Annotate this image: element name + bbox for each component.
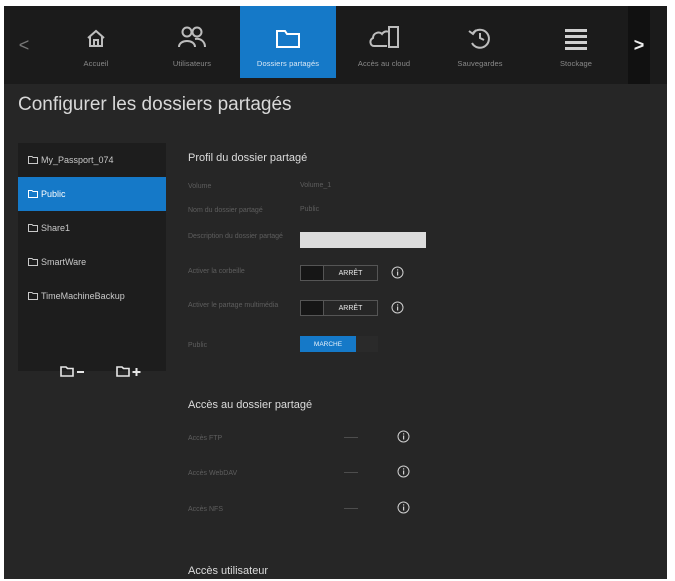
info-icon[interactable]	[397, 430, 410, 443]
volume-value: Volume_1	[300, 182, 332, 189]
toggle-knob	[301, 266, 323, 280]
nav-label-shares: Dossiers partagés	[256, 59, 320, 68]
info-icon[interactable]	[397, 501, 410, 514]
description-label: Description du dossier partagé	[188, 233, 283, 240]
folder-remove-icon	[60, 366, 84, 377]
toggle-knob	[301, 301, 323, 315]
nav-item-home[interactable]: Accueil	[48, 6, 144, 78]
webdav-access-label: Accès WebDAV	[188, 470, 238, 477]
share-item-share1[interactable]: Share1	[18, 211, 166, 245]
toggle-state: ARRÊT	[323, 266, 377, 280]
nav-label-cloud: Accès au cloud	[357, 59, 411, 68]
nfs-access-value	[344, 508, 358, 509]
nav-prev-arrow[interactable]: <	[14, 6, 34, 84]
info-icon[interactable]	[391, 266, 404, 279]
media-sharing-toggle[interactable]: ARRÊT	[300, 300, 378, 316]
folder-icon	[28, 292, 38, 300]
recycle-bin-toggle[interactable]: ARRÊT	[300, 265, 378, 281]
app-window: < Accueil Utilisateurs Dossiers partagés	[4, 6, 667, 579]
cloud-device-icon	[369, 26, 399, 48]
nav-item-users[interactable]: Utilisateurs	[144, 6, 240, 78]
ftp-access-label: Accès FTP	[188, 435, 223, 442]
ftp-access-value	[344, 437, 358, 438]
share-list: My_Passport_074 Public Share1 SmartWare …	[18, 143, 166, 371]
share-item-label: SmartWare	[41, 257, 87, 267]
nav-item-backups[interactable]: Sauvegardes	[432, 6, 528, 78]
remove-share-button[interactable]	[56, 360, 94, 382]
users-icon	[178, 26, 206, 48]
media-sharing-label: Activer le partage multimédia	[188, 302, 279, 309]
share-item-label: Public	[41, 189, 66, 199]
access-section-title: Accès au dossier partagé	[188, 399, 313, 411]
share-item-timemachine[interactable]: TimeMachineBackup	[18, 279, 166, 313]
nav-label-backups: Sauvegardes	[457, 59, 503, 68]
share-item-my-passport[interactable]: My_Passport_074	[18, 143, 166, 177]
toggle-knob	[356, 336, 378, 352]
nav-next-arrow[interactable]: >	[628, 6, 650, 84]
folder-icon	[28, 224, 38, 232]
webdav-access-value	[344, 472, 358, 473]
storage-icon	[565, 29, 587, 50]
recycle-bin-label: Activer la corbeille	[188, 268, 245, 275]
volume-label: Volume	[188, 183, 212, 190]
folder-icon	[28, 258, 38, 266]
folder-icon	[276, 30, 300, 48]
share-item-label: TimeMachineBackup	[41, 291, 125, 301]
user-access-section-title: Accès utilisateur	[188, 565, 269, 577]
profile-section-title: Profil du dossier partagé	[188, 152, 308, 164]
share-name-label: Nom du dossier partagé	[188, 207, 263, 214]
share-name-value: Public	[300, 206, 320, 213]
page-title: Configurer les dossiers partagés	[18, 94, 292, 115]
folder-icon	[28, 156, 38, 164]
share-item-label: Share1	[41, 223, 71, 233]
backup-icon	[468, 28, 490, 49]
nav-label-storage: Stockage	[559, 59, 593, 68]
nav-item-shares[interactable]: Dossiers partagés	[240, 6, 336, 78]
share-item-label: My_Passport_074	[41, 155, 114, 165]
nav-label-home: Accueil	[83, 59, 109, 68]
share-item-smartware[interactable]: SmartWare	[18, 245, 166, 279]
info-icon[interactable]	[397, 465, 410, 478]
folder-icon	[28, 190, 38, 198]
toggle-state: MARCHE	[300, 336, 356, 352]
toggle-state: ARRÊT	[323, 301, 377, 315]
nav-item-cloud[interactable]: Accès au cloud	[336, 6, 432, 78]
description-input[interactable]	[300, 232, 426, 248]
nfs-access-label: Accès NFS	[188, 506, 224, 513]
folder-add-icon	[116, 366, 141, 377]
nav-item-storage[interactable]: Stockage	[528, 6, 624, 78]
public-toggle[interactable]: MARCHE	[300, 336, 378, 352]
info-icon[interactable]	[391, 301, 404, 314]
top-navigation: < Accueil Utilisateurs Dossiers partagés	[4, 6, 667, 84]
public-label: Public	[188, 342, 208, 349]
nav-label-users: Utilisateurs	[172, 59, 212, 68]
home-icon	[87, 29, 105, 47]
add-share-button[interactable]	[112, 360, 150, 382]
share-item-public[interactable]: Public	[18, 177, 166, 211]
